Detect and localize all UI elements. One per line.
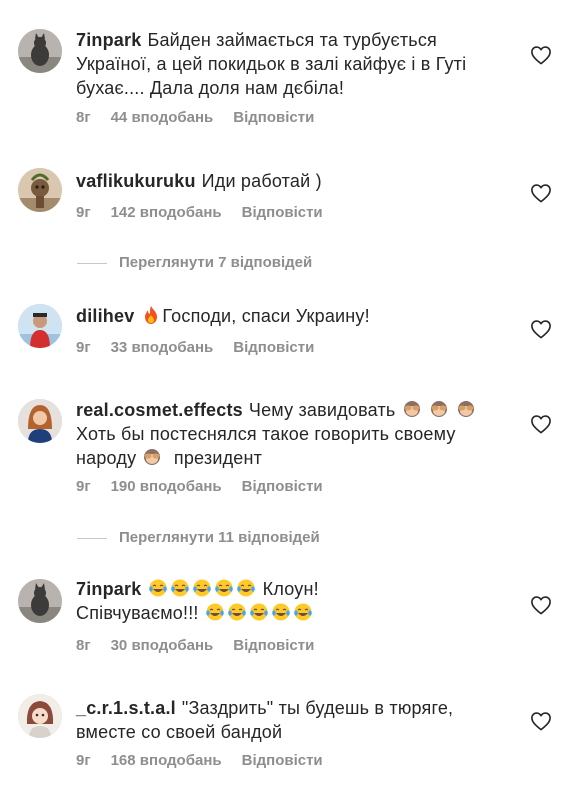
see-no-evil-monkey-emoji-icon [402,399,422,419]
comment-body: Співчуваємо!!! [76,603,199,623]
reply-button[interactable]: Відповісти [242,478,323,495]
comment-text: 7inpark Клоун! Співчуваємо!!! [76,577,516,625]
tears-of-joy-emoji-icon [148,578,168,598]
man-red-shirt-avatar-icon[interactable] [18,304,62,348]
tears-of-joy-emoji-icon [271,602,291,622]
comment-meta: 8г 30 вподобань Відповісти [76,636,334,656]
comment-likes[interactable]: 33 вподобань [111,339,214,356]
comment-username[interactable]: dilihev [76,306,134,326]
see-no-evil-monkey-emoji-icon [456,399,476,419]
comment-time: 8г [76,637,91,654]
comment-meta: 9г 168 вподобань Відповісти [76,751,343,771]
view-replies-button[interactable]: Переглянути 11 відповідей [77,528,320,548]
view-replies-label: Переглянути 7 відповідей [119,254,313,271]
comment-body: президент [173,448,263,468]
tears-of-joy-emoji-icon [192,578,212,598]
comment-likes[interactable]: 190 вподобань [111,478,222,495]
like-heart-icon[interactable] [530,183,552,203]
comment-text: vaflikukuruku Иди работай ) [76,169,516,193]
reply-button[interactable]: Відповісти [233,109,314,126]
comment-likes[interactable]: 142 вподобань [111,204,222,221]
comment-username[interactable]: 7inpark [76,30,141,50]
like-heart-icon[interactable] [530,711,552,731]
tears-of-joy-emoji-icon [205,602,225,622]
woman-avatar-icon[interactable] [18,399,62,443]
comment-username[interactable]: 7inpark [76,579,141,599]
comment-text: 7inpark Байден займається та турбується У… [76,28,516,100]
comment-body: Клоун! [262,579,319,599]
comment-time: 9г [76,339,91,356]
like-heart-icon[interactable] [530,414,552,434]
comment-likes[interactable]: 44 вподобань [111,109,214,126]
see-no-evil-monkey-emoji-icon [429,399,449,419]
comment-body: Чему завидовать [248,400,396,420]
replies-divider [77,262,107,264]
comment-text: real.cosmet.effects Чему завидовать Хоть … [76,398,516,470]
like-heart-icon[interactable] [530,45,552,65]
tears-of-joy-emoji-icon [236,578,256,598]
comment-username[interactable]: _c.r.1.s.t.a.l [76,698,176,718]
view-replies-button[interactable]: Переглянути 7 відповідей [77,253,312,273]
reply-button[interactable]: Відповісти [242,204,323,221]
comment-body: Иди работай ) [201,171,322,191]
view-replies-label: Переглянути 11 відповідей [119,529,320,546]
anime-character-avatar-icon[interactable] [18,694,62,738]
like-heart-icon[interactable] [530,319,552,339]
comment-meta: 8г 44 вподобань Відповісти [76,108,334,128]
comment-body: Господи, спаси Украину! [162,306,370,326]
tears-of-joy-emoji-icon [293,602,313,622]
comment-time: 8г [76,109,91,126]
plant-character-avatar-icon[interactable] [18,168,62,212]
cat-avatar-icon[interactable] [18,29,62,73]
tears-of-joy-emoji-icon [170,578,190,598]
tears-of-joy-emoji-icon [214,578,234,598]
tears-of-joy-emoji-icon [227,602,247,622]
reply-button[interactable]: Відповісти [233,339,314,356]
comment-time: 9г [76,752,91,769]
replies-divider [77,537,107,539]
reply-button[interactable]: Відповісти [242,752,323,769]
comment-meta: 9г 142 вподобань Відповісти [76,203,343,223]
comment-text: dilihev Господи, спаси Украину! [76,304,516,328]
comment-body: Хоть бы постеснялся такое говорить своем… [76,424,456,468]
tears-of-joy-emoji-icon [249,602,269,622]
fire-emoji-icon [141,305,161,325]
cat-avatar-icon[interactable] [18,579,62,623]
comment-likes[interactable]: 30 вподобань [111,637,214,654]
see-no-evil-monkey-emoji-icon [142,447,162,467]
comment-time: 9г [76,478,91,495]
comment-username[interactable]: vaflikukuruku [76,171,196,191]
comment-likes[interactable]: 168 вподобань [111,752,222,769]
comment-meta: 9г 33 вподобань Відповісти [76,338,334,358]
like-heart-icon[interactable] [530,595,552,615]
comment-text: _c.r.1.s.t.a.l "Заздрить" ты будешь в тюр… [76,696,516,744]
comment-meta: 9г 190 вподобань Відповісти [76,477,343,497]
comment-time: 9г [76,204,91,221]
comment-username[interactable]: real.cosmet.effects [76,400,243,420]
reply-button[interactable]: Відповісти [233,637,314,654]
